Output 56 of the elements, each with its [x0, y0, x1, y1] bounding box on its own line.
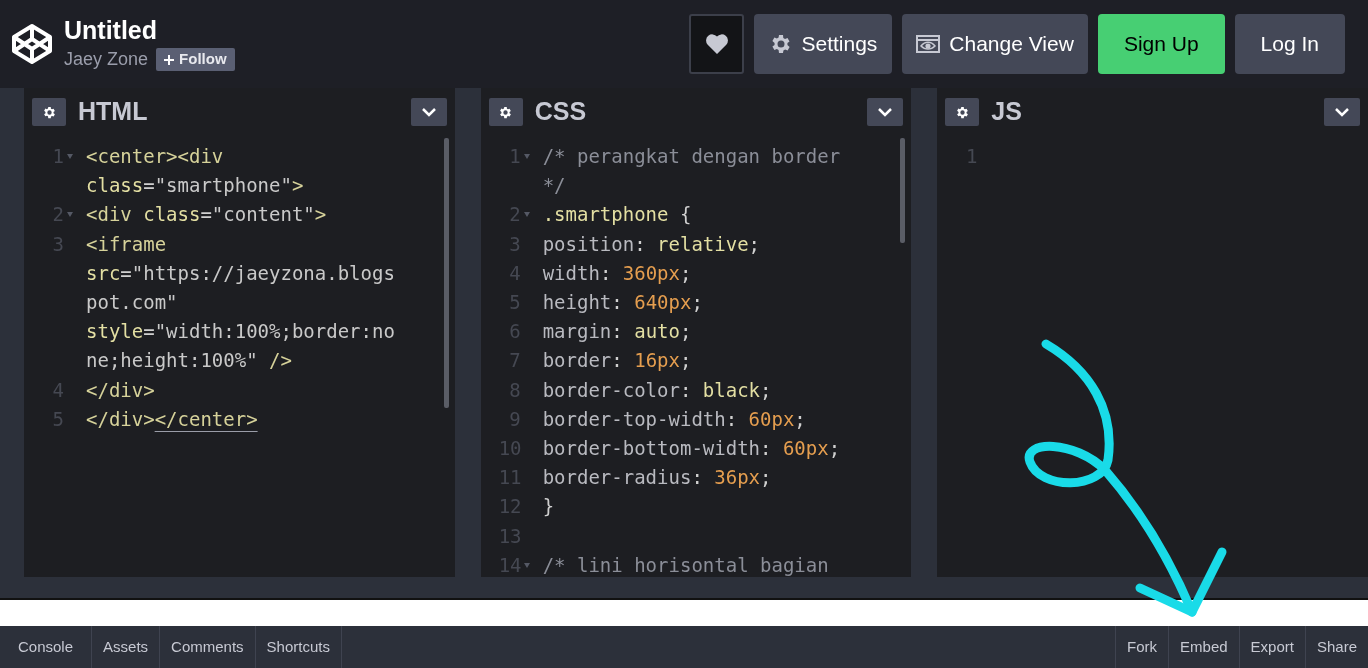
code-line: position: relative;: [542, 231, 762, 257]
window-eye-icon: [916, 35, 941, 53]
logo-icon: [10, 22, 54, 66]
footer-button[interactable]: Embed: [1168, 626, 1239, 668]
chevron-down-icon: [1335, 107, 1349, 117]
like-button[interactable]: [689, 14, 745, 74]
code-line: border: 16px;: [542, 348, 693, 374]
chevron-down-icon: [421, 107, 436, 117]
editor-title: HTML: [78, 96, 148, 128]
code-line: </div></center>: [86, 406, 259, 432]
change-view-button[interactable]: Change View: [902, 14, 1088, 74]
pen-title: Untitled: [64, 15, 159, 45]
settings-icon: [498, 104, 514, 120]
code-line: border-radius: 36px;: [542, 465, 773, 491]
footer-button[interactable]: Export: [1238, 626, 1305, 668]
footer-button[interactable]: Shortcuts: [255, 626, 342, 668]
footer-button[interactable]: Share: [1304, 626, 1368, 668]
code-line: border-top-width: 60px;: [542, 406, 807, 432]
settings-button[interactable]: Settings: [754, 14, 893, 74]
code-line: <iframe src="https://jaeyzona.blogspot.com" style="width:100%;border:none;height:100%" />: [86, 231, 396, 374]
settings-icon: [41, 104, 57, 120]
scrollbar[interactable]: [443, 138, 449, 408]
footer-button[interactable]: Fork: [1115, 626, 1169, 668]
code-line: margin: auto;: [542, 319, 693, 345]
code-line: height: 640px;: [542, 290, 704, 315]
log-in-button[interactable]: Log In: [1234, 14, 1345, 74]
sign-up-button[interactable]: Sign Up: [1097, 14, 1225, 74]
code-line: width: 360px;: [542, 260, 693, 286]
editor-title: JS: [991, 96, 1022, 128]
plus-icon: [164, 54, 175, 65]
chevron-down-icon: [878, 107, 893, 117]
code-line: /* lini horisontal bagian: [542, 552, 830, 577]
code-line: <div class="content">: [86, 202, 328, 228]
footer-button[interactable]: Assets: [92, 626, 161, 668]
editor-settings-button[interactable]: [488, 98, 523, 126]
code-line: }: [542, 494, 556, 520]
author-name[interactable]: Jaey Zone: [64, 46, 149, 73]
scrollbar[interactable]: [900, 138, 906, 243]
settings-icon: [954, 104, 970, 120]
editor-settings-button[interactable]: [945, 98, 980, 126]
code-line: .smartphone {: [542, 202, 693, 228]
code-line: </div>: [86, 377, 156, 403]
code-line: <center><div class="smartphone">: [86, 144, 305, 199]
editor-menu-button[interactable]: [410, 98, 447, 126]
editor-menu-button[interactable]: [1324, 98, 1360, 126]
editor-title: CSS: [534, 96, 587, 128]
code-line: border-color: black;: [542, 377, 773, 403]
code-line: border-bottom-width: 60px;: [542, 436, 842, 462]
footer-button[interactable]: Comments: [160, 626, 256, 668]
code-line: /* perangkat dengan border */: [542, 144, 842, 199]
follow-button[interactable]: Follow: [156, 48, 235, 71]
resize-bar[interactable]: [0, 577, 1368, 600]
editor-settings-button[interactable]: [32, 98, 66, 126]
footer-button[interactable]: Console: [0, 626, 93, 668]
editor-menu-button[interactable]: [867, 98, 904, 126]
heart-icon: [704, 33, 729, 55]
